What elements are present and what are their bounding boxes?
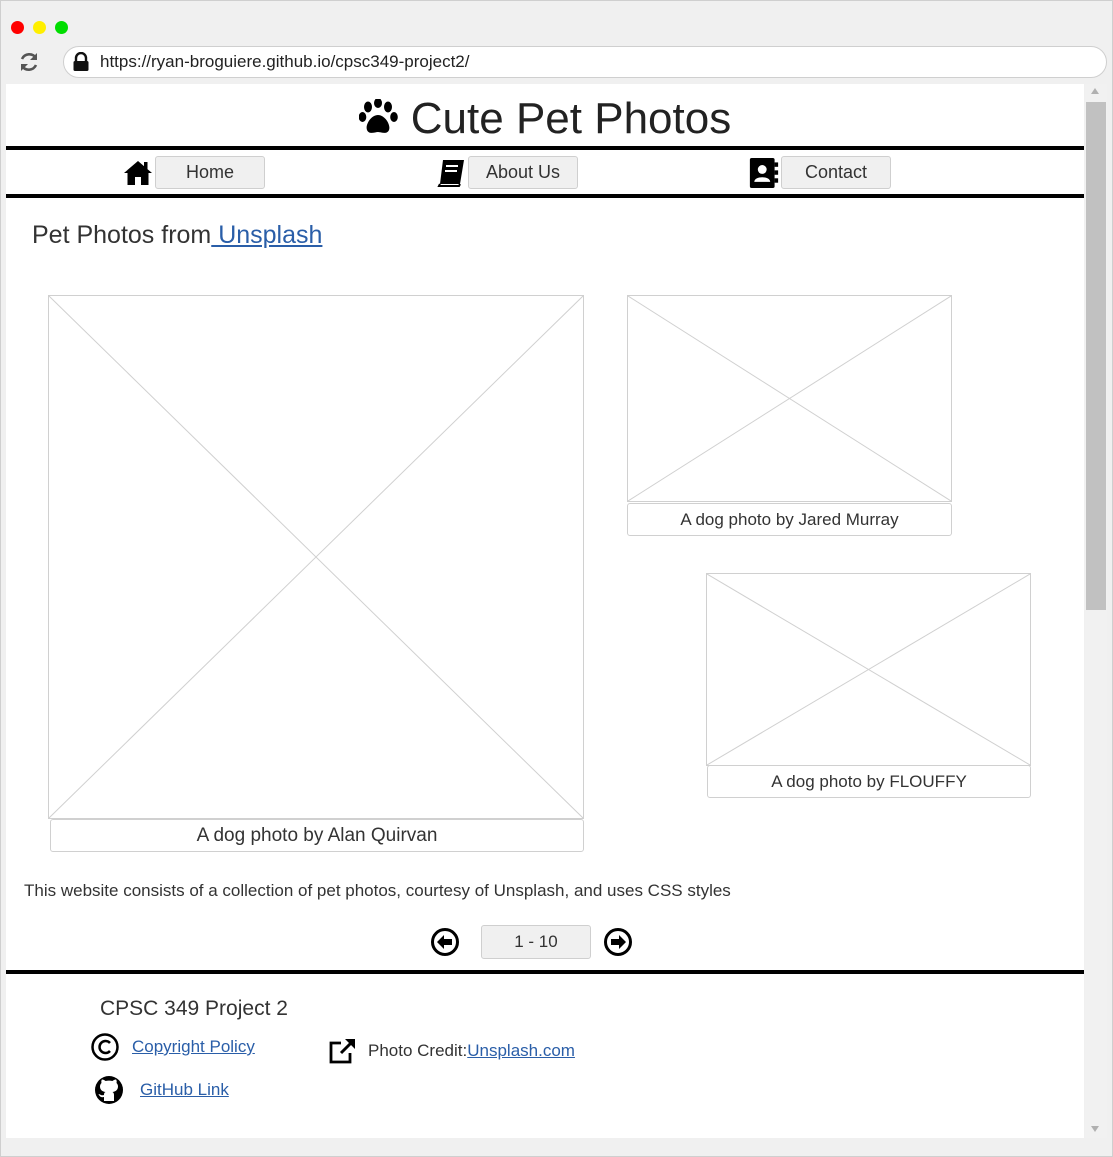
copyright-icon [91,1033,119,1061]
scrollbar-thumb[interactable] [1086,102,1106,610]
photo-placeholder[interactable] [48,295,584,819]
photo-credit-label: Photo Credit: [368,1041,468,1060]
maximize-window-button[interactable] [55,21,68,34]
reload-icon[interactable] [17,50,41,74]
image-placeholder-icon [707,574,1030,765]
arrow-left-circle-icon[interactable] [430,927,460,957]
photo-placeholder[interactable] [627,295,952,502]
github-icon [95,1076,123,1104]
address-book-icon [749,157,779,188]
photo-caption: A dog photo by Alan Quirvan [50,819,584,852]
photo-caption: A dog photo by Jared Murray [627,503,952,536]
github-row: GitHub Link [94,1075,229,1105]
footer-rule [6,970,1084,974]
footer-title: CPSC 349 Project 2 [100,997,288,1020]
photo-placeholder[interactable] [706,573,1031,766]
close-window-button[interactable] [11,21,24,34]
window-controls [11,21,68,34]
scroll-up-arrow-icon[interactable] [1091,88,1099,94]
page-viewport: Cute Pet Photos Home About Us Contact Pe… [6,84,1084,1138]
photo-credit-row: Photo Credit: Unsplash.com [328,1036,575,1066]
page-range: 1 - 10 [481,925,591,959]
image-placeholder-icon [49,296,583,818]
address-bar[interactable]: https://ryan-broguiere.github.io/cpsc349… [63,46,1107,78]
nav-contact[interactable]: Contact [749,156,891,189]
url-text: https://ryan-broguiere.github.io/cpsc349… [100,52,470,71]
copyright-row: Copyright Policy [90,1032,255,1062]
unsplash-com-link[interactable]: Unsplash.com [467,1041,575,1061]
nav-about-button[interactable]: About Us [468,156,578,189]
site-description: This website consists of a collection of… [24,881,731,900]
unsplash-link[interactable]: Unsplash [211,221,322,249]
vertical-scrollbar[interactable] [1085,84,1107,1138]
github-link[interactable]: GitHub Link [140,1080,229,1100]
arrow-right-circle-icon[interactable] [603,927,633,957]
paw-icon [358,99,398,133]
lock-icon [73,52,89,71]
nav-home[interactable]: Home [123,156,265,189]
copyright-policy-link[interactable]: Copyright Policy [132,1037,255,1057]
scroll-down-arrow-icon[interactable] [1091,1126,1099,1132]
site-header: Cute Pet Photos [6,94,1084,144]
site-title: Cute Pet Photos [410,94,732,143]
nav-home-button[interactable]: Home [155,156,265,189]
nav-about[interactable]: About Us [436,156,578,189]
browser-window: https://ryan-broguiere.github.io/cpsc349… [0,0,1113,1157]
section-heading: Pet Photos from Unsplash [32,221,322,250]
header-rule [6,146,1084,150]
nav-contact-button[interactable]: Contact [781,156,891,189]
image-placeholder-icon [628,296,951,501]
book-icon [437,159,464,187]
home-icon [124,160,152,185]
nav-rule [6,194,1084,198]
external-link-icon [329,1038,356,1064]
section-heading-text: Pet Photos from [32,221,212,249]
photo-caption: A dog photo by FLOUFFY [707,765,1031,798]
minimize-window-button[interactable] [33,21,46,34]
